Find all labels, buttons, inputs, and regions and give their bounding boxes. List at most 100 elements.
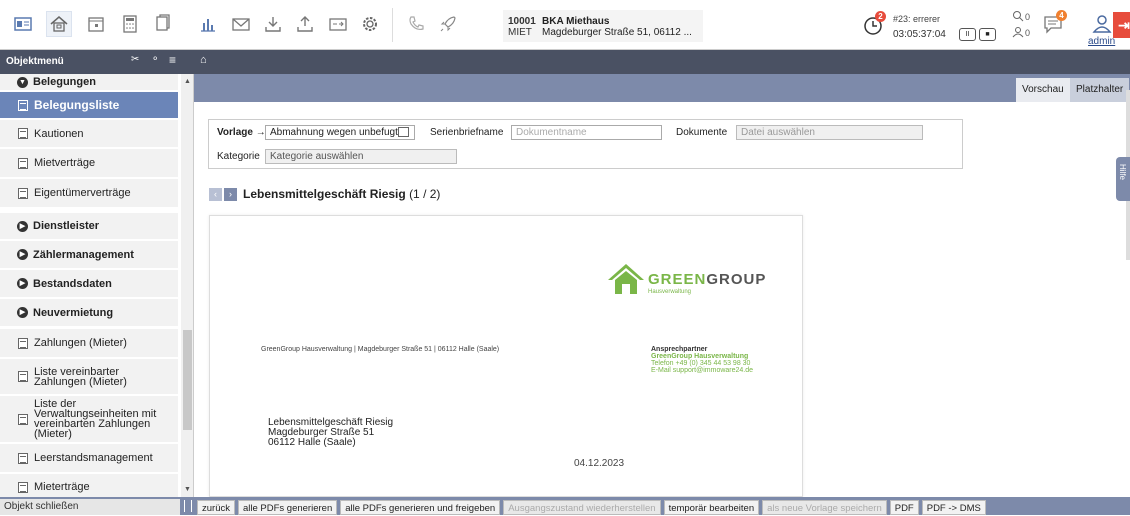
object-title: BKA Miethaus Magdeburger Straße 51, 0611… — [542, 16, 692, 38]
search-icon[interactable] — [1012, 10, 1024, 22]
serienbriefname-label: Serienbriefname — [430, 127, 504, 138]
serienbriefname-input[interactable]: Dokumentname — [511, 125, 662, 140]
bottom-action-bar: Objekt schließen zurück alle PDFs generi… — [0, 497, 1130, 515]
object-menu-bar: Objektmenü ✂ ⚬ ≡ ⌂ — [0, 50, 1130, 74]
list-toggle-icon[interactable]: ≡ — [169, 53, 176, 67]
mail-icon[interactable] — [228, 11, 254, 37]
document-icon — [18, 99, 28, 111]
sidebar-item-mietertraege[interactable]: Mieterträge — [0, 474, 178, 497]
sidebar-item-zahlungen-mieter[interactable]: Zahlungen (Mieter) — [0, 329, 178, 359]
pdf-button[interactable]: PDF — [889, 500, 919, 515]
template-picker-icon[interactable] — [398, 127, 409, 137]
scroll-down-icon[interactable]: ▼ — [184, 486, 191, 493]
dokumente-label: Dokumente — [676, 127, 728, 138]
sidebar-item-eigentuemervertraege[interactable]: Eigentümerverträge — [0, 179, 178, 209]
document-icon — [18, 371, 28, 382]
action-buttons: zurück alle PDFs generieren alle PDFs ge… — [197, 500, 989, 515]
sender-line: GreenGroup Hausverwaltung | Magdeburger … — [261, 346, 500, 353]
timer-time: 03:05:37:04 — [893, 29, 946, 40]
tab-vorschau[interactable]: Vorschau — [1016, 78, 1070, 102]
sidebar-item-belegungsliste[interactable]: Belegungsliste — [0, 92, 178, 120]
user-avatar-icon[interactable] — [1091, 13, 1113, 35]
document-icon — [18, 337, 28, 349]
document-icon — [18, 128, 28, 139]
home-icon[interactable]: ⌂ — [200, 54, 207, 66]
collapse-all-icon[interactable]: ✂ — [131, 54, 139, 65]
top-toolbar: 10001 MIET BKA Miethaus Magdeburger Stra… — [0, 0, 1130, 50]
generate-and-release-pdfs-button[interactable]: alle PDFs generieren und freigeben — [340, 500, 501, 515]
contact-title: Ansprechpartner — [651, 346, 708, 353]
pause-button[interactable]: II — [959, 28, 976, 41]
time-tracker: 2 #23: errerer 03:05:37:04 II ■ — [855, 8, 1007, 42]
rocket-icon[interactable] — [435, 11, 461, 37]
user-count: 0 — [1025, 28, 1031, 38]
transfer-icon[interactable] — [325, 11, 351, 37]
download-icon[interactable] — [260, 11, 286, 37]
copy-document-icon[interactable] — [150, 11, 176, 37]
calendar-icon[interactable] — [83, 11, 109, 37]
back-button[interactable]: zurück — [197, 500, 235, 515]
previous-document-button[interactable]: ‹ — [209, 187, 222, 201]
timer-ticket[interactable]: #23: errerer — [893, 14, 940, 24]
sidebar-group-bestandsdaten[interactable]: ▶ Bestandsdaten — [0, 270, 178, 299]
document-preview: GREENGROUP Hausverwaltung GreenGroup Hau… — [209, 215, 803, 497]
restore-initial-state-button[interactable]: Ausgangszustand wiederherstellen — [503, 500, 661, 515]
messages-badge: 4 — [1056, 10, 1067, 21]
user-link[interactable]: admin — [1088, 36, 1115, 47]
contact-card-icon[interactable] — [10, 11, 36, 37]
document-heading: Lebensmittelgeschäft Riesig (1 / 2) — [243, 187, 441, 201]
kategorie-select[interactable]: Kategorie auswählen — [265, 149, 457, 164]
scroll-up-icon[interactable]: ▲ — [184, 78, 191, 85]
document-navigation: ‹ › Lebensmittelgeschäft Riesig (1 / 2) — [209, 187, 440, 201]
object-menu-title: Objektmenü — [6, 56, 64, 67]
sidebar-scroll-thumb[interactable] — [183, 330, 192, 430]
calculator-icon[interactable] — [117, 11, 143, 37]
kategorie-label: Kategorie — [217, 151, 260, 162]
sidebar-item-liste-vereinbarter-zahlungen[interactable]: Liste vereinbarter Zahlungen (Mieter) — [0, 359, 178, 396]
logo-subtitle: Hausverwaltung — [648, 289, 692, 295]
save-as-new-template-button[interactable]: als neue Vorlage speichern — [762, 500, 887, 515]
chevron-right-icon: ▶ — [17, 307, 28, 318]
letter-date: 04.12.2023 — [574, 458, 625, 469]
toolbar-divider — [392, 8, 393, 42]
sidebar-group-neuvermietung[interactable]: ▶ Neuvermietung — [0, 299, 178, 328]
phone-icon[interactable] — [403, 11, 429, 37]
sidebar-item-leerstandsmanagement[interactable]: Leerstandsmanagement — [0, 444, 178, 474]
sidebar-group-belegungen[interactable]: ▼ Belegungen — [0, 74, 178, 92]
resize-grip-icon[interactable] — [184, 500, 192, 512]
document-icon — [18, 452, 28, 464]
temporary-edit-button[interactable]: temporär bearbeiten — [663, 500, 760, 515]
sidebar-item-mietvertraege[interactable]: Mietverträge — [0, 149, 178, 179]
settings-gear-icon[interactable] — [357, 11, 383, 37]
chevron-right-icon: ▶ — [17, 220, 28, 232]
sidebar-item-liste-verwaltungseinheiten[interactable]: Liste der Verwaltungseinheiten mit verei… — [0, 396, 178, 444]
sidebar-scrollbar[interactable] — [181, 74, 193, 497]
sidebar-group-zaehlermanagement[interactable]: ▶ Zählermanagement — [0, 241, 178, 270]
serial-letter-form: Vorlage → Abmahnung wegen unbefugt... Se… — [208, 119, 963, 169]
help-tab[interactable]: Hilfe — [1116, 157, 1130, 201]
contact-block: Ansprechpartner GreenGroup Hausverwaltun… — [651, 346, 753, 374]
upload-icon[interactable] — [292, 11, 318, 37]
expand-all-icon[interactable]: ⚬ — [151, 54, 159, 65]
home-building-icon[interactable] — [46, 11, 72, 37]
chevron-down-icon: ▼ — [17, 76, 28, 88]
tab-platzhalter[interactable]: Platzhalter — [1070, 78, 1130, 102]
logout-icon[interactable]: ⇥ — [1113, 12, 1130, 38]
sidebar-group-dienstleister[interactable]: ▶ Dienstleister — [0, 213, 178, 241]
sidebar-item-kautionen[interactable]: Kautionen — [0, 120, 178, 149]
user-group-icon[interactable] — [1012, 26, 1024, 38]
document-icon — [18, 413, 28, 425]
dokumente-file-input[interactable]: Datei auswählen — [736, 125, 923, 140]
next-document-button[interactable]: › — [224, 187, 237, 201]
close-object-button[interactable]: Objekt schließen — [0, 499, 180, 515]
bar-chart-icon[interactable] — [195, 11, 221, 37]
pdf-to-dms-button[interactable]: PDF -> DMS — [921, 500, 986, 515]
contact-company: GreenGroup Hausverwaltung — [651, 353, 749, 360]
stop-button[interactable]: ■ — [979, 28, 996, 41]
main-header-bar: Vorschau Platzhalter — [194, 74, 1130, 102]
generate-all-pdfs-button[interactable]: alle PDFs generieren — [237, 500, 338, 515]
vorlage-select[interactable]: Abmahnung wegen unbefugt... — [265, 125, 415, 140]
contact-email: E-Mail support@immoware24.de — [651, 367, 754, 374]
document-icon — [18, 157, 28, 169]
object-number: 10001 MIET — [508, 16, 536, 38]
